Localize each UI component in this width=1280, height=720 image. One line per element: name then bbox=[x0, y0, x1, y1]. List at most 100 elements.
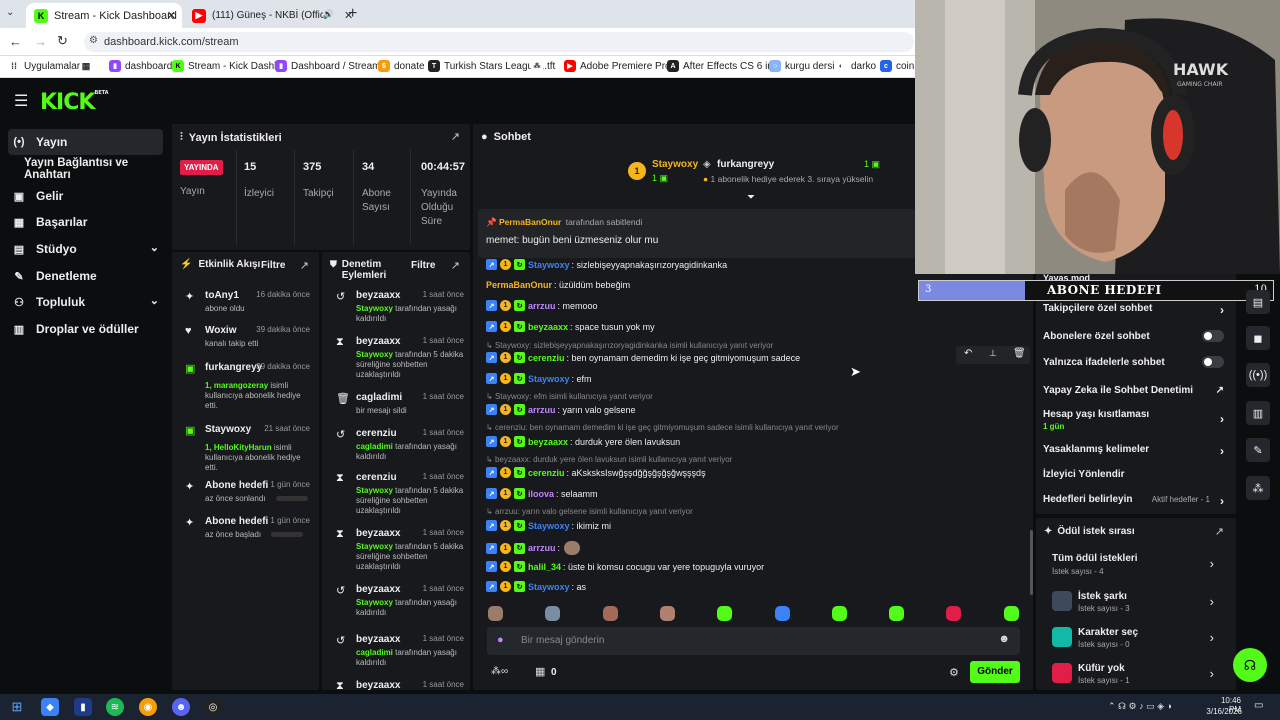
chat-message[interactable]: ↗ 1 ↻ arrzuu: bbox=[486, 541, 581, 555]
menu-icon[interactable]: ☰ bbox=[14, 91, 28, 111]
chat-username[interactable]: iloova bbox=[528, 489, 554, 499]
chrome-icon[interactable]: ◉ bbox=[139, 698, 157, 716]
bookmark-kick[interactable]: K Stream - Kick Dashb... bbox=[172, 60, 288, 72]
chat-username[interactable]: halil_34 bbox=[528, 562, 561, 572]
chat-setting-row[interactable]: Abonelere özel sohbet bbox=[1043, 330, 1228, 342]
kick-logo[interactable]: KICKBETA bbox=[40, 90, 109, 115]
spotify-icon[interactable]: ≋ bbox=[106, 698, 124, 716]
rail-button-layout[interactable]: ▤ bbox=[1246, 290, 1270, 314]
chat-message[interactable]: PermaBanOnur: üzüldüm bebeğim bbox=[486, 280, 630, 290]
bookmark-darko[interactable]: ◐ darko bbox=[835, 60, 876, 72]
moderation-actor[interactable]: cagladimi bbox=[356, 442, 393, 451]
chat-username[interactable]: beyzaaxx bbox=[528, 322, 568, 332]
sidebar-item-basarilar[interactable]: ▦ Başarılar bbox=[8, 209, 163, 235]
chat-settings-icon[interactable]: ⚙ bbox=[949, 666, 959, 679]
bookmark-premiere[interactable]: ▶ Adobe Premiere Pro... bbox=[564, 60, 679, 72]
chat-username[interactable]: Staywoxy bbox=[528, 582, 570, 592]
chat-username[interactable]: Staywoxy bbox=[528, 374, 570, 384]
chat-username[interactable]: PermaBanOnur bbox=[486, 280, 552, 290]
bookmark-coinn[interactable]: c coinn bbox=[880, 60, 920, 72]
chat-setting-row[interactable]: Yasaklanmış kelimeler › bbox=[1043, 444, 1228, 458]
rail-button-broadcast[interactable]: ((•)) bbox=[1246, 363, 1270, 387]
pinned-message[interactable]: 📌 PermaBanOnur tarafından sabitlendi mem… bbox=[478, 209, 915, 258]
site-info-icon[interactable]: ⚙ bbox=[89, 35, 98, 46]
chat-setting-row[interactable]: Yalnızca ifadelerle sohbet bbox=[1043, 356, 1228, 368]
chat-username[interactable]: cerenziu bbox=[528, 353, 565, 363]
reload-icon[interactable]: ↻ bbox=[57, 33, 68, 49]
activity-filter-button[interactable]: Filtre bbox=[261, 260, 285, 271]
emote-button[interactable] bbox=[659, 606, 675, 621]
inventory-icon[interactable]: ▦ bbox=[535, 665, 545, 678]
chat-message[interactable]: ↗ 1 ↻ Staywoxy: ikimiz mi bbox=[486, 520, 611, 531]
chat-message[interactable]: ↗ 1 ↻ iloova: selaamm bbox=[486, 488, 598, 499]
chat-setting-row[interactable]: Hesap yaşı kısıtlaması 1 gün › bbox=[1043, 409, 1228, 431]
obs-icon[interactable]: ◎ bbox=[204, 698, 222, 716]
emote-button[interactable] bbox=[831, 606, 847, 621]
popout-icon[interactable]: ↗ bbox=[451, 259, 460, 272]
chat-message[interactable]: ↗ 1 ↻ halil_34: üste bi komsu cocugu var ye… bbox=[486, 561, 764, 572]
sidebar-item-stream-key[interactable]: Yayın Bağlantısı ve Anahtarı bbox=[8, 156, 173, 182]
sidebar-item-droplar[interactable]: ▥ Droplar ve ödüller bbox=[8, 316, 163, 342]
moderation-filter-button[interactable]: Filtre bbox=[411, 260, 435, 271]
activity-highlight[interactable]: 1, HelloKityHarun bbox=[205, 443, 272, 452]
system-tray[interactable]: ⌃ ☊ ⚙ ♪ ▭ ◈ ◑ bbox=[1108, 701, 1172, 712]
rail-button-community[interactable]: ⁂ bbox=[1246, 476, 1270, 500]
microphone-icon[interactable]: ● bbox=[497, 634, 504, 646]
notification-icon[interactable]: ▭ bbox=[1254, 700, 1263, 711]
chat-username[interactable]: cerenziu bbox=[528, 468, 565, 478]
chat-username[interactable]: Staywoxy bbox=[528, 260, 570, 270]
chat-message[interactable]: ↗ 1 ↻ cerenziu: ben oynamam demedim ki işe … bbox=[486, 352, 800, 363]
moderation-actor[interactable]: Staywoxy bbox=[356, 486, 393, 495]
sidebar-item-denetleme[interactable]: ✎ Denetleme bbox=[8, 263, 163, 289]
chat-message[interactable]: ↗ 1 ↻ Staywoxy: sizlebişeyyapnakaşırızoryag… bbox=[486, 259, 727, 270]
sidebar-item-topluluk[interactable]: ⚇ Topluluk ⌄ bbox=[8, 289, 163, 315]
emote-button[interactable] bbox=[545, 606, 561, 621]
tab-search-button[interactable]: ⌄ bbox=[6, 7, 20, 21]
emote-button[interactable] bbox=[946, 606, 962, 621]
chat-message[interactable]: ↗ 1 ↻ beyzaaxx: durduk yere ölen lavuksun bbox=[486, 436, 680, 447]
chat-message[interactable]: ↗ 1 ↻ arrzuu: yarın valo gelsene bbox=[486, 404, 636, 415]
second-gifter-name[interactable]: furkangreyy bbox=[717, 159, 774, 170]
app-icon-2[interactable]: ▮ bbox=[74, 698, 92, 716]
rail-button-wrench[interactable]: ✎ bbox=[1246, 438, 1270, 462]
activity-highlight[interactable]: 1, marangozeray bbox=[205, 381, 268, 390]
chat-message[interactable]: ↗ 1 ↻ cerenziu: aKsksksIswğşşdğğşğşğşğwşşşd… bbox=[486, 467, 706, 478]
popout-icon[interactable]: ↗ bbox=[300, 259, 309, 272]
chat-username[interactable]: arrzuu bbox=[528, 405, 556, 415]
discord-icon[interactable]: ☻ bbox=[172, 698, 190, 716]
bookmark-grid[interactable]: ▦ bbox=[80, 60, 96, 72]
chat-input-box[interactable]: ● Bir mesaj gönderin ☻ bbox=[487, 627, 1020, 655]
chat-username[interactable]: beyzaaxx bbox=[528, 437, 568, 447]
chat-setting-row[interactable]: İzleyici Yönlendir bbox=[1043, 469, 1228, 480]
emote-button[interactable] bbox=[1003, 606, 1019, 621]
emote-button[interactable] bbox=[602, 606, 618, 621]
send-button[interactable]: Gönder bbox=[970, 661, 1020, 683]
forward-icon[interactable]: → bbox=[34, 34, 47, 49]
sidebar-item-gelir[interactable]: ▣ Gelir bbox=[8, 183, 163, 209]
bookmark-apps[interactable]: ⁞⁞ Uygulamalar bbox=[8, 60, 80, 72]
setting-toggle[interactable] bbox=[1202, 356, 1224, 368]
bookmark-tft[interactable]: ⁂ tft bbox=[531, 60, 555, 72]
sidebar-item-studyo[interactable]: ▤ Stüdyo ⌄ bbox=[8, 236, 163, 262]
bookmark-twitch-dashboard[interactable]: ▮ Dashboard / Stream... bbox=[275, 60, 389, 72]
reply-icon[interactable]: ↶ bbox=[964, 348, 972, 359]
emote-button[interactable] bbox=[717, 606, 733, 621]
bookmark-after-effects[interactable]: A After Effects CS 6 in... bbox=[667, 60, 781, 72]
moderation-actor[interactable]: Staywoxy bbox=[356, 350, 393, 359]
sidebar-item-yayin[interactable]: (•) Yayın bbox=[8, 129, 163, 155]
collapse-icon[interactable]: ⏷ bbox=[747, 192, 755, 203]
points-icon[interactable]: ⁂∞ bbox=[491, 666, 508, 677]
bookmark-tsl[interactable]: T Turkish Stars League... bbox=[428, 60, 547, 72]
windows-start-icon[interactable]: ⊞ bbox=[8, 698, 26, 716]
support-button[interactable]: ☊ bbox=[1233, 648, 1267, 682]
pin-icon[interactable]: ⊥ bbox=[989, 348, 997, 359]
top-gifter-name[interactable]: Staywoxy bbox=[652, 159, 698, 170]
emote-button[interactable] bbox=[488, 606, 503, 621]
rail-button-chat[interactable]: ◼ bbox=[1246, 326, 1270, 350]
bookmark-dashboard[interactable]: ▮ dashboard bbox=[109, 60, 172, 72]
chat-setting-row[interactable]: Hedefleri belirleyin Aktif hedefler - 1 › bbox=[1043, 494, 1228, 508]
tab-youtube[interactable]: ▶ (111) Güneş - NKBİ (Officia 🔊 bbox=[184, 3, 336, 28]
chat-message[interactable]: ↗ 1 ↻ Staywoxy: efm bbox=[486, 373, 592, 384]
tab-kick-dashboard[interactable]: K Stream - Kick Dashboard ✕ bbox=[26, 3, 182, 28]
chat-username[interactable]: Staywoxy bbox=[528, 521, 570, 531]
